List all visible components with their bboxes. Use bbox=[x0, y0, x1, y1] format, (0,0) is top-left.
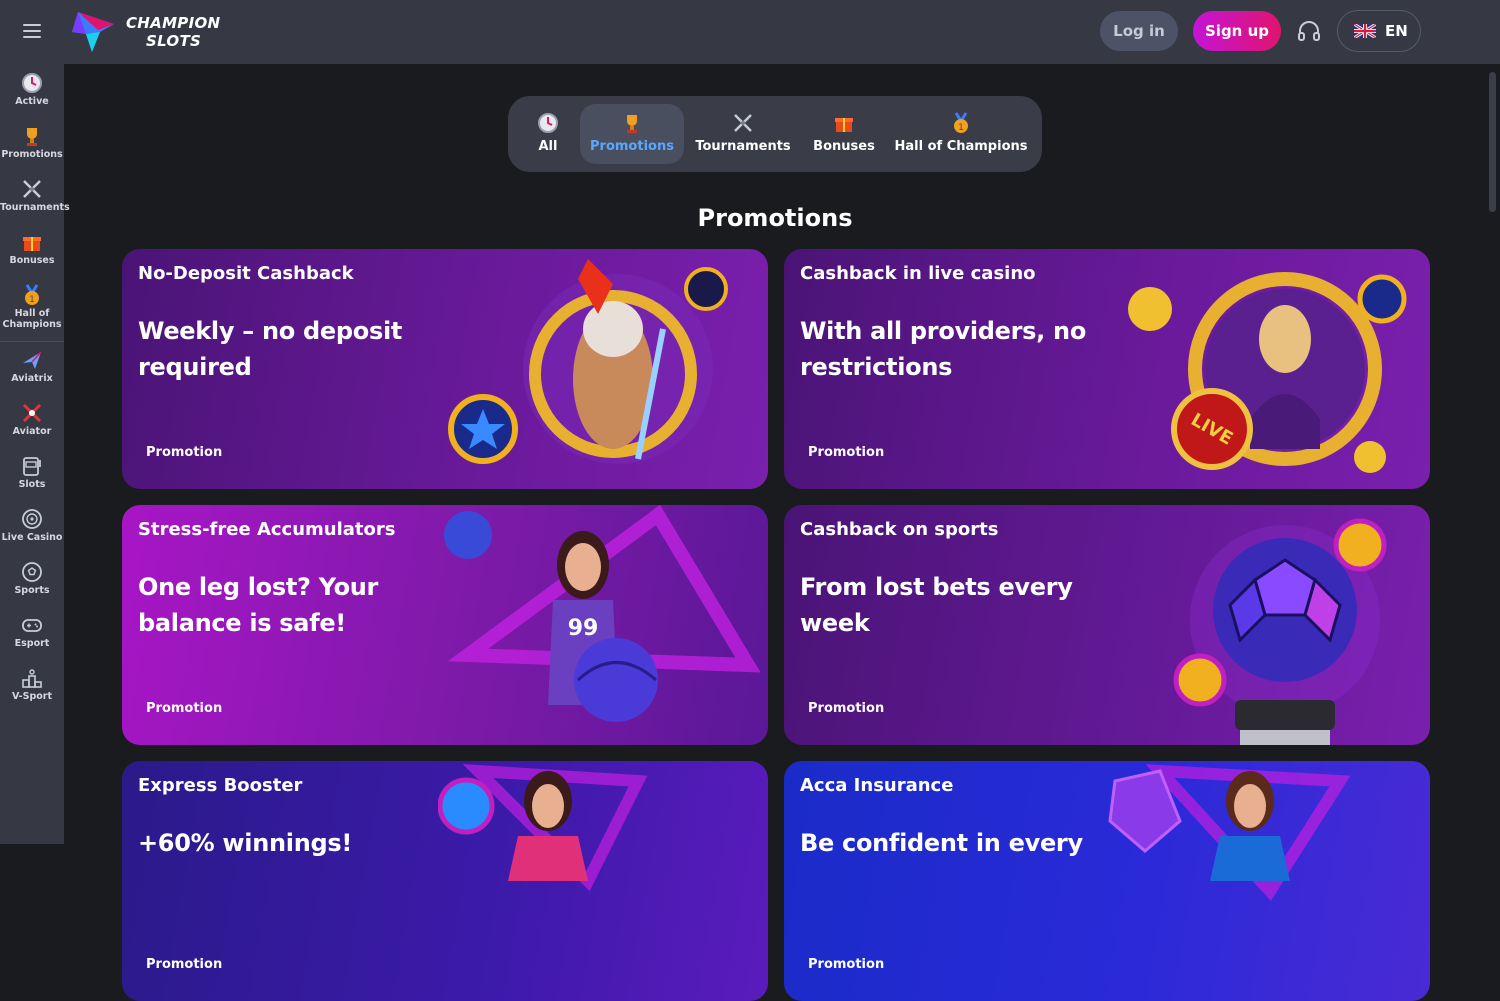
page-title: Promotions bbox=[697, 204, 853, 232]
tab-hall-of-champions[interactable]: 1 Hall of Champions bbox=[892, 104, 1030, 164]
promo-card-express-booster[interactable]: Express Booster +60% winnings! Promotion bbox=[122, 761, 768, 1001]
promo-card-acca-insurance[interactable]: Acca Insurance Be confident in every Pro… bbox=[784, 761, 1430, 1001]
crystal-ball-illustration bbox=[1173, 518, 1387, 745]
promo-card-no-deposit-cashback[interactable]: No-Deposit Cashback Weekly – no deposit … bbox=[122, 249, 768, 489]
sidebar-item-live-casino[interactable]: Live Casino bbox=[0, 508, 64, 561]
sidebar-item-label: Sports bbox=[14, 585, 50, 596]
headset-icon[interactable] bbox=[1296, 19, 1322, 45]
sidebar-item-v-sport[interactable]: V-Sport bbox=[0, 667, 64, 720]
sidebar-item-bonuses[interactable]: Bonuses bbox=[0, 231, 64, 284]
medal-icon: 1 bbox=[25, 284, 39, 305]
sidebar-item-label: V-Sport bbox=[12, 691, 52, 702]
gift-icon bbox=[23, 237, 41, 251]
signup-button[interactable]: Sign up bbox=[1193, 11, 1281, 51]
clock-icon bbox=[538, 113, 558, 133]
promo-card-title: Express Booster bbox=[138, 775, 303, 796]
medal-icon: 1 bbox=[954, 112, 968, 133]
chip-icon bbox=[22, 509, 42, 529]
promo-card-title: Cashback on sports bbox=[800, 519, 999, 540]
sidebar-item-esport[interactable]: Esport bbox=[0, 614, 64, 667]
scrollbar[interactable] bbox=[1486, 64, 1500, 844]
uk-flag-icon bbox=[1354, 24, 1376, 38]
promo-card-title: No-Deposit Cashback bbox=[138, 263, 354, 284]
language-selector[interactable]: EN bbox=[1337, 10, 1421, 52]
sidebar-item-label: Bonuses bbox=[9, 255, 55, 266]
promo-card-tag: Promotion bbox=[146, 445, 223, 460]
sidebar-item-slots[interactable]: Slots bbox=[0, 455, 64, 508]
promo-card-tag: Promotion bbox=[808, 701, 885, 716]
podium-icon bbox=[22, 669, 42, 688]
promo-card-title: Cashback in live casino bbox=[800, 263, 1036, 284]
sidebar-divider bbox=[0, 341, 64, 342]
sidebar-item-label: Slots bbox=[18, 479, 46, 490]
basketball-player-illustration: 99 bbox=[444, 505, 761, 722]
sidebar-item-label: Active bbox=[15, 96, 49, 107]
sidebar-item-sports[interactable]: Sports bbox=[0, 561, 64, 614]
tab-all[interactable]: All bbox=[518, 104, 578, 164]
promo-card-tag: Promotion bbox=[146, 957, 223, 972]
logo[interactable]: CHAMPION SLOTS bbox=[70, 8, 230, 56]
logo-star-icon bbox=[72, 12, 114, 52]
promo-card-subtitle: Weekly – no deposit required bbox=[138, 317, 403, 381]
aviator-icon bbox=[22, 403, 42, 423]
soccer-ball-icon bbox=[22, 562, 42, 582]
promo-card-subtitle: With all providers, no restrictions bbox=[800, 317, 1087, 381]
promo-card-subtitle: From lost bets every week bbox=[800, 573, 1073, 637]
plane-icon bbox=[23, 351, 42, 369]
logo-text: CHAMPION SLOTS bbox=[126, 14, 221, 50]
sidebar-item-label: Aviatrix bbox=[11, 373, 53, 384]
menu-icon[interactable] bbox=[18, 20, 46, 44]
promo-card-subtitle: +60% winnings! bbox=[138, 829, 353, 857]
svg-text:99: 99 bbox=[568, 616, 599, 641]
tab-label: Bonuses bbox=[813, 139, 875, 154]
sidebar-item-promotions[interactable]: Promotions bbox=[0, 125, 64, 178]
gift-icon bbox=[835, 118, 853, 132]
sidebar-item-label: Hall of Champions bbox=[2, 308, 62, 330]
acca-insurance-illustration bbox=[1108, 764, 1351, 901]
tab-label: All bbox=[538, 139, 558, 154]
sidebar-item-label: Aviator bbox=[12, 426, 52, 437]
tab-bonuses[interactable]: Bonuses bbox=[804, 104, 884, 164]
promo-card-tag: Promotion bbox=[808, 445, 885, 460]
gamepad-icon bbox=[22, 619, 42, 632]
sidebar-item-aviatrix[interactable]: Aviatrix bbox=[0, 349, 64, 402]
sidebar-item-label: Esport bbox=[14, 638, 50, 649]
sidebar-item-label: Live Casino bbox=[1, 532, 63, 543]
tab-promotions[interactable]: Promotions bbox=[580, 104, 684, 164]
sidebar: Active Promotions Tournaments Bonuses 1 … bbox=[0, 64, 70, 844]
live-dealer-illustration: LIVE bbox=[1128, 272, 1407, 473]
promo-card-subtitle: One leg lost? Your balance is safe! bbox=[138, 573, 379, 637]
sidebar-item-hall-of-champions[interactable]: 1 Hall of Champions bbox=[0, 284, 64, 337]
promo-card-cashback-sports[interactable]: Cashback on sports From lost bets every … bbox=[784, 505, 1430, 745]
slot-machine-icon bbox=[23, 457, 41, 476]
trophy-icon bbox=[627, 115, 637, 133]
login-button[interactable]: Log in bbox=[1100, 11, 1178, 51]
promo-card-tag: Promotion bbox=[808, 957, 885, 972]
promo-card-stress-free-accumulators[interactable]: 99 Stress-free Accumulators One leg lost… bbox=[122, 505, 768, 745]
scrollbar-thumb[interactable] bbox=[1489, 72, 1496, 212]
promo-card-title: Acca Insurance bbox=[800, 775, 954, 796]
promotion-tabs: All Promotions Tournaments Bonuses 1 Hal… bbox=[508, 96, 1042, 172]
sidebar-item-aviator[interactable]: Aviator bbox=[0, 402, 64, 455]
crossed-swords-icon bbox=[734, 114, 752, 132]
promo-card-title: Stress-free Accumulators bbox=[138, 519, 396, 540]
clock-icon bbox=[22, 73, 42, 93]
tab-label: Promotions bbox=[590, 139, 674, 154]
crossed-swords-icon bbox=[23, 180, 41, 198]
promo-card-tag: Promotion bbox=[146, 701, 223, 716]
express-booster-illustration bbox=[438, 764, 648, 892]
zeus-illustration bbox=[448, 259, 728, 464]
tab-label: Hall of Champions bbox=[894, 139, 1028, 154]
svg-text:1: 1 bbox=[29, 295, 35, 305]
language-label: EN bbox=[1385, 22, 1408, 40]
top-bar: CHAMPION SLOTS Log in Sign up EN bbox=[0, 0, 1500, 64]
promo-card-subtitle: Be confident in every bbox=[800, 829, 1083, 857]
sidebar-item-active[interactable]: Active bbox=[0, 72, 64, 125]
promo-card-cashback-live-casino[interactable]: LIVE Cashback in live casino With all pr… bbox=[784, 249, 1430, 489]
tab-tournaments[interactable]: Tournaments bbox=[688, 104, 798, 164]
svg-text:1: 1 bbox=[958, 123, 964, 133]
sidebar-item-label: Promotions bbox=[1, 149, 63, 160]
trophy-icon bbox=[27, 128, 37, 146]
tab-label: Tournaments bbox=[695, 139, 791, 154]
